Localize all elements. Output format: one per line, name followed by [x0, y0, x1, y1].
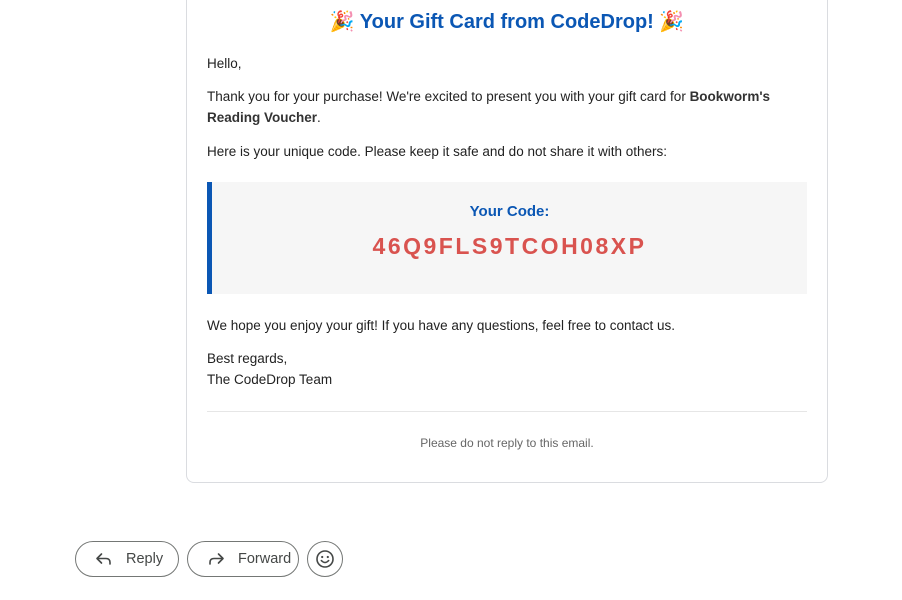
- closing: Best regards,: [207, 351, 288, 366]
- email-body-card: 🎉 Your Gift Card from CodeDrop! 🎉 Hello,…: [186, 0, 828, 483]
- forward-button[interactable]: Forward: [187, 541, 299, 577]
- thanks-end: .: [317, 110, 321, 125]
- thanks-paragraph: Thank you for your purchase! We're excit…: [207, 86, 807, 128]
- forward-arrow-icon: [206, 549, 226, 569]
- email-title: 🎉 Your Gift Card from CodeDrop! 🎉: [187, 9, 827, 34]
- forward-label: Forward: [238, 551, 292, 567]
- enjoy-paragraph: We hope you enjoy your gift! If you have…: [207, 318, 676, 333]
- footer-note: Please do not reply to this email.: [420, 436, 594, 450]
- signature: The CodeDrop Team: [207, 372, 333, 387]
- party-popper-icon: 🎉: [329, 9, 355, 33]
- reply-label: Reply: [126, 551, 164, 567]
- gift-code[interactable]: 46Q9FLS9TCOH08XP: [212, 235, 807, 258]
- email-title-text: Your Gift Card from CodeDrop!: [359, 11, 654, 33]
- reply-button[interactable]: Reply: [75, 541, 179, 577]
- smiley-icon: [315, 549, 335, 569]
- reply-arrow-icon: [94, 549, 114, 569]
- code-intro: Here is your unique code. Please keep it…: [207, 144, 668, 159]
- divider: [207, 411, 807, 412]
- add-reaction-button[interactable]: [307, 541, 343, 577]
- thanks-text: Thank you for your purchase! We're excit…: [207, 89, 690, 104]
- email-view: 🎉 Your Gift Card from CodeDrop! 🎉 Hello,…: [0, 0, 902, 600]
- message-actions: Reply Forward: [75, 541, 343, 577]
- party-popper-icon: 🎉: [659, 9, 685, 33]
- code-label: Your Code:: [469, 203, 550, 220]
- greeting: Hello,: [207, 56, 242, 71]
- gift-code-box: Your Code: 46Q9FLS9TCOH08XP: [207, 182, 807, 294]
